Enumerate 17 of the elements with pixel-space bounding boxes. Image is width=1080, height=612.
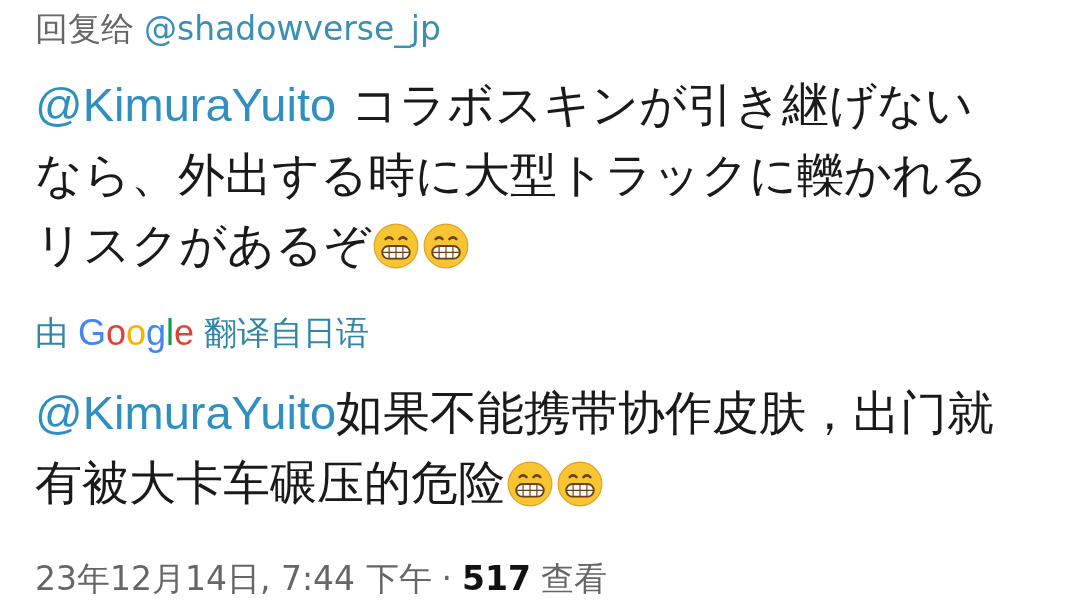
mention-link[interactable]: @KimuraYuito xyxy=(35,78,337,131)
translation-source-label: 翻译自日语 xyxy=(204,312,370,355)
grinning-face-icon xyxy=(557,461,603,507)
timestamp: 23年12月14日, 7:44 下午 xyxy=(35,558,432,600)
mention-link[interactable]: @KimuraYuito xyxy=(35,386,337,439)
google-logo: Google xyxy=(78,311,195,355)
translated-by-label: 由 xyxy=(35,312,68,355)
grinning-face-icon xyxy=(373,223,419,269)
reply-handle-link[interactable]: @shadowverse_jp xyxy=(144,4,441,54)
separator: · xyxy=(441,558,453,600)
tweet-text: @KimuraYuito コラボスキンが引き継げないなら、外出する時に大型トラックに轢かれるリスクがあるぞ xyxy=(35,76,989,274)
tweet-text: @KimuraYuito如果不能携带协作皮肤，出门就有被大卡车碾压的危险 xyxy=(35,384,996,512)
grinning-face-icon xyxy=(423,223,469,269)
grinning-face-icon xyxy=(507,461,553,507)
views-label: 查看 xyxy=(540,558,607,600)
view-count: 517 xyxy=(462,558,531,600)
reply-label: 回复给 xyxy=(35,8,134,51)
